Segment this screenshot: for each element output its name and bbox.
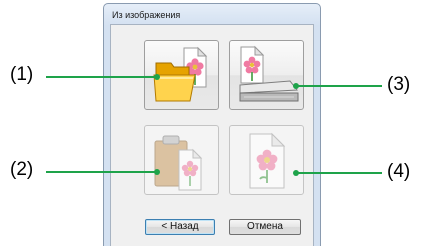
new-image-button[interactable] (229, 125, 304, 195)
callout-label-3: (3) (387, 74, 411, 95)
back-button[interactable]: < Назад (145, 219, 215, 235)
callout-line-4 (296, 172, 382, 174)
scanner-with-image-icon (239, 45, 299, 102)
callout-line-2 (46, 171, 156, 173)
callout-label-4: (4) (387, 161, 411, 182)
paste-from-clipboard-button[interactable] (144, 125, 219, 195)
cancel-button[interactable]: Отмена (229, 219, 301, 235)
callout-line-3 (296, 85, 382, 87)
clipboard-with-image-icon (154, 135, 203, 191)
callout-dot-2 (154, 169, 160, 175)
callout-label-1: (1) (10, 64, 34, 85)
dialog-title: Из изображения (112, 10, 181, 20)
image-document-icon (249, 132, 286, 189)
scan-image-button[interactable] (229, 40, 304, 110)
callout-dot-1 (154, 74, 160, 80)
callout-label-2: (2) (10, 159, 34, 180)
callout-line-1 (46, 76, 156, 78)
